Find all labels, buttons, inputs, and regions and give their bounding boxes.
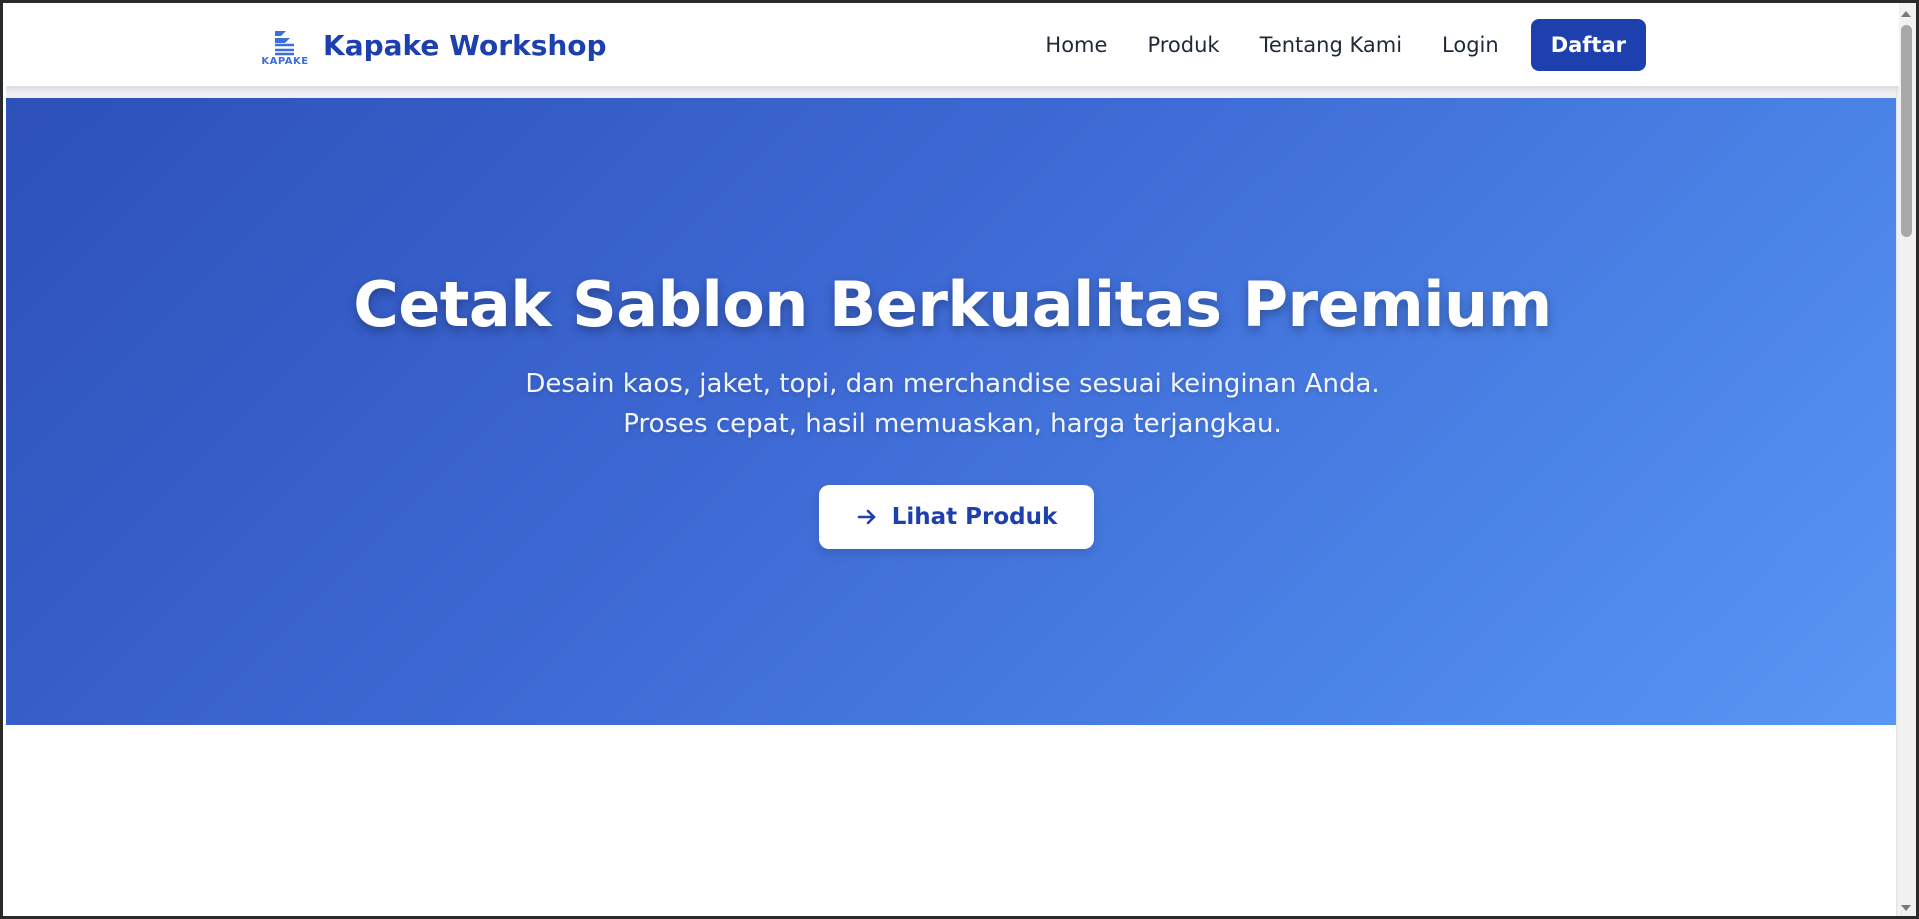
brand-logo: KAPAKE <box>259 23 311 67</box>
vertical-scrollbar[interactable] <box>1896 3 1916 916</box>
scroll-up-arrow-icon[interactable] <box>1901 11 1911 17</box>
brand-link[interactable]: KAPAKE Kapake Workshop <box>259 23 607 68</box>
navbar: KAPAKE Kapake Workshop Home Produk Tenta… <box>6 3 1899 86</box>
hero-subtitle: Desain kaos, jaket, topi, dan merchandis… <box>6 364 1899 444</box>
brand-name: Kapake Workshop <box>323 28 607 62</box>
arrow-right-icon <box>856 506 878 528</box>
nav-link-home[interactable]: Home <box>1045 33 1107 57</box>
browser-window: KAPAKE Kapake Workshop Home Produk Tenta… <box>0 0 1919 919</box>
navbar-divider <box>6 86 1899 98</box>
hero-section: Cetak Sablon Berkualitas Premium Desain … <box>6 98 1899 725</box>
nav-link-login[interactable]: Login <box>1442 33 1499 57</box>
page-viewport: KAPAKE Kapake Workshop Home Produk Tenta… <box>6 3 1899 916</box>
nav-link-tentang-kami[interactable]: Tentang Kami <box>1260 33 1402 57</box>
lihat-produk-button[interactable]: Lihat Produk <box>819 485 1094 549</box>
nav-links: Home Produk Tentang Kami Login Daftar <box>1005 19 1646 71</box>
kapake-logo-icon <box>275 31 294 56</box>
scroll-down-arrow-icon[interactable] <box>1901 905 1911 911</box>
brand-logo-caption: KAPAKE <box>261 56 309 67</box>
hero-subtitle-line-1: Desain kaos, jaket, topi, dan merchandis… <box>525 369 1380 399</box>
hero-subtitle-line-2: Proses cepat, hasil memuaskan, harga ter… <box>623 409 1282 439</box>
nav-link-produk[interactable]: Produk <box>1147 33 1219 57</box>
lihat-produk-label: Lihat Produk <box>891 504 1058 530</box>
daftar-button[interactable]: Daftar <box>1530 19 1646 71</box>
scroll-thumb[interactable] <box>1901 25 1912 237</box>
hero-title: Cetak Sablon Berkualitas Premium <box>353 268 1552 341</box>
